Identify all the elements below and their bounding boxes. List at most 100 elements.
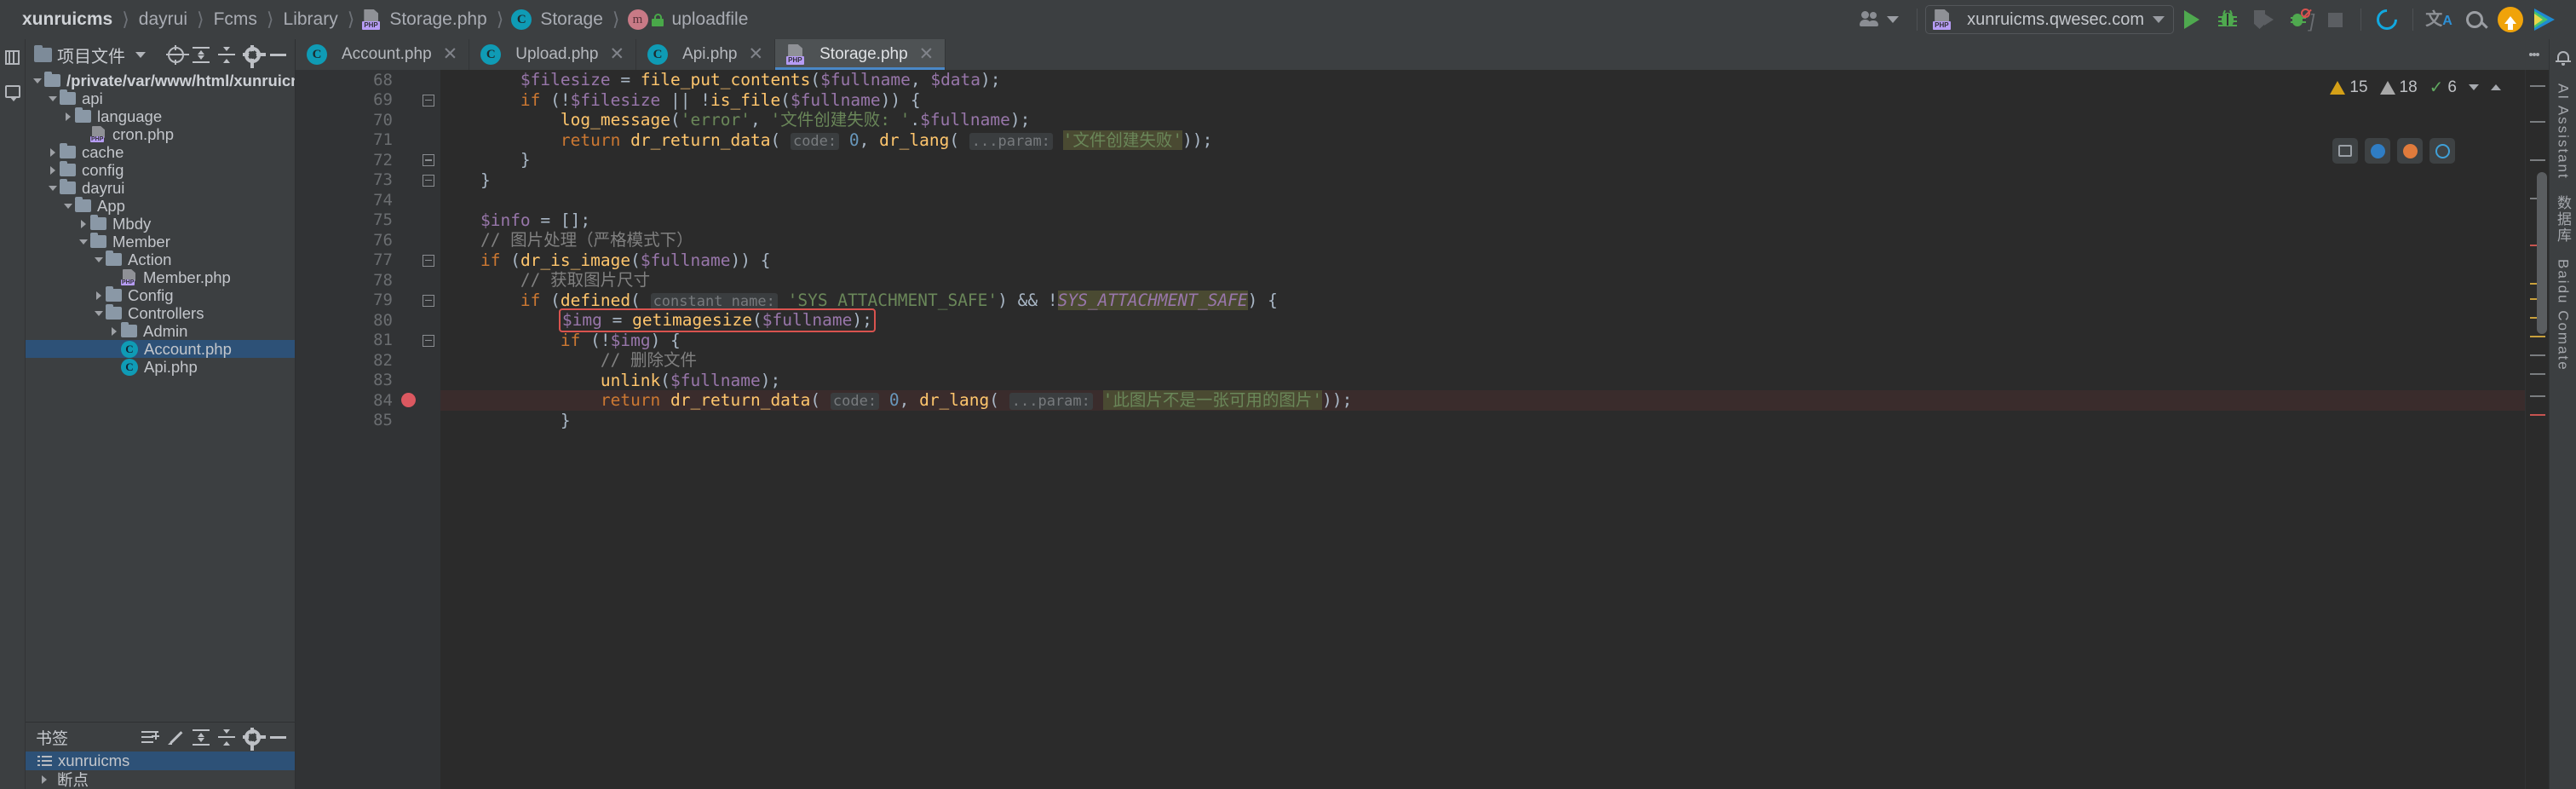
code-line[interactable]: unlink($fullname); — [440, 371, 2525, 391]
editor-options-button[interactable] — [2520, 39, 2549, 70]
marker-stripe[interactable] — [2530, 395, 2545, 397]
run-with-coverage-button[interactable] — [2245, 3, 2281, 37]
code-line[interactable]: return dr_return_data( code: 0, dr_lang(… — [440, 130, 2525, 151]
code-line[interactable]: } — [440, 411, 2525, 431]
bookmark-item-xunruicms[interactable]: xunruicms — [26, 752, 295, 770]
tree-node-api-php[interactable]: C Api.php — [26, 358, 295, 376]
tree-node-api[interactable]: api — [26, 89, 295, 107]
fold-marker-icon[interactable] — [423, 294, 434, 307]
code-line[interactable]: return dr_return_data( code: 0, dr_lang(… — [440, 390, 2525, 411]
tree-node-member[interactable]: Member — [26, 233, 295, 251]
code-line[interactable] — [440, 190, 2525, 210]
marker-stripe[interactable] — [2530, 354, 2545, 356]
fold-marker-icon[interactable] — [423, 174, 434, 187]
tab-storage-php[interactable]: PHP Storage.php ✕ — [775, 39, 946, 70]
close-icon[interactable]: ✕ — [919, 45, 934, 63]
chevron-down-icon[interactable] — [135, 51, 146, 58]
browser-chrome-button[interactable] — [2365, 138, 2390, 164]
close-icon[interactable]: ✕ — [609, 45, 624, 63]
chevron-right-icon[interactable] — [61, 110, 75, 124]
checked-count[interactable]: ✓ 6 — [2429, 77, 2457, 98]
browser-firefox-button[interactable] — [2397, 138, 2423, 164]
notifications-button[interactable] — [2552, 46, 2574, 68]
translate-button[interactable]: 文A — [2421, 3, 2457, 37]
fold-marker-icon[interactable] — [423, 94, 434, 107]
profiler-button[interactable]: ] — [2281, 3, 2317, 37]
inspection-widget-button[interactable] — [2332, 138, 2358, 164]
chevron-down-icon[interactable] — [92, 253, 106, 267]
chevron-right-icon[interactable] — [107, 325, 121, 338]
code-editor[interactable]: 68 69 70 71 72 73 74 75 76 77 78 79 80 81 82 83 84 85 $fi… — [296, 70, 2549, 789]
tree-node-config[interactable]: Config — [26, 286, 295, 304]
chevron-down-icon[interactable] — [46, 92, 60, 106]
add-bookmark-button[interactable] — [138, 725, 162, 749]
code-line[interactable]: $filesize = file_put_contents($fullname,… — [440, 70, 2525, 90]
code-line[interactable]: } — [440, 170, 2525, 191]
run-button[interactable] — [2174, 3, 2210, 37]
chevron-down-icon[interactable] — [77, 235, 90, 249]
editor-scrollbar-thumb[interactable] — [2537, 172, 2547, 334]
close-icon[interactable]: ✕ — [749, 45, 764, 63]
bm-settings-button[interactable] — [240, 725, 266, 751]
search-everywhere-button[interactable] — [2457, 3, 2493, 37]
tree-node-member-php[interactable]: PHP Member.php — [26, 268, 295, 286]
chevron-down-icon[interactable] — [92, 307, 106, 320]
locate-file-button[interactable] — [164, 43, 189, 66]
breadcrumb-item-storage-php[interactable]: Storage.php — [388, 9, 488, 30]
marker-stripe[interactable] — [2530, 373, 2545, 375]
project-tool-window-button[interactable] — [2, 46, 24, 68]
tab-api-php[interactable]: C Api.php ✕ — [636, 39, 776, 70]
tree-node-mbdy[interactable]: Mbdy — [26, 215, 295, 233]
next-problem-icon[interactable] — [2469, 84, 2479, 90]
fold-marker-icon[interactable] — [423, 254, 434, 267]
chevron-down-icon[interactable] — [46, 181, 60, 195]
tree-node-controllers[interactable]: Controllers — [26, 304, 295, 322]
browser-edge-button[interactable] — [2429, 138, 2455, 164]
chevron-down-icon[interactable] — [31, 74, 44, 88]
code-line[interactable]: $img = getimagesize($fullname); — [440, 308, 2525, 332]
marker-stripe[interactable] — [2530, 121, 2545, 123]
collapse-all-button[interactable] — [215, 43, 239, 66]
chevron-right-icon[interactable] — [77, 217, 90, 231]
bm-hide-button[interactable] — [266, 725, 290, 749]
project-file-tree[interactable]: /private/var/www/html/xunruicms api langua… — [26, 70, 295, 722]
tree-node-admin[interactable]: Admin — [26, 322, 295, 340]
tree-node-config[interactable]: config — [26, 161, 295, 179]
code-line[interactable]: log_message('error', '文件创建失败: '.$fullnam… — [440, 110, 2525, 130]
close-icon[interactable]: ✕ — [443, 45, 458, 63]
code-line[interactable]: // 图片处理（严格模式下） — [440, 230, 2525, 251]
code-line[interactable]: // 删除文件 — [440, 350, 2525, 371]
inspection-widget[interactable]: 15 18 ✓ 6 — [2330, 77, 2501, 98]
breadcrumb-item-library[interactable]: Library — [282, 9, 340, 30]
fold-marker-icon[interactable] — [423, 334, 434, 347]
user-account-button[interactable] — [1850, 11, 1909, 28]
code-folding-gutter[interactable] — [418, 70, 440, 789]
breakpoint-icon[interactable] — [401, 393, 416, 407]
previous-problem-icon[interactable] — [2491, 84, 2501, 90]
code-line[interactable]: // 获取图片尺寸 — [440, 270, 2525, 291]
bookmarks-list[interactable]: xunruicms 断点 — [26, 752, 295, 789]
update-available-button[interactable] — [2493, 3, 2528, 37]
breadcrumb-item-project[interactable]: xunruicms — [20, 9, 114, 30]
code-line[interactable]: if (dr_is_image($fullname)) { — [440, 251, 2525, 271]
warnings-count[interactable]: 15 — [2330, 78, 2368, 97]
marker-stripe[interactable] — [2530, 336, 2545, 337]
tree-node-action[interactable]: Action — [26, 251, 295, 268]
project-settings-button[interactable] — [240, 43, 266, 68]
code-line[interactable]: $info = []; — [440, 210, 2525, 231]
breadcrumb-item-storage-class[interactable]: Storage — [538, 9, 605, 30]
chevron-right-icon[interactable] — [37, 773, 51, 786]
commit-tool-window-button[interactable] — [2, 80, 24, 102]
tree-node-cache[interactable]: cache — [26, 143, 295, 161]
bm-expand-all-button[interactable] — [189, 725, 213, 749]
database-rail-label[interactable]: 数据库 — [2552, 195, 2573, 244]
run-configuration-selector[interactable]: PHP xunruicms.qwesec.com — [1925, 5, 2174, 34]
ai-assistant-button[interactable] — [2528, 3, 2564, 37]
baidu-comate-rail-label[interactable]: Baidu Comate — [2555, 259, 2572, 371]
hide-panel-button[interactable] — [266, 43, 290, 66]
chevron-right-icon[interactable] — [46, 164, 60, 177]
stop-button[interactable] — [2317, 3, 2353, 37]
breadcrumb-item-dayrui[interactable]: dayrui — [137, 9, 189, 30]
tab-upload-php[interactable]: C Upload.php ✕ — [469, 39, 637, 70]
tree-node--private-var-www-html-xunruicms[interactable]: /private/var/www/html/xunruicms — [26, 72, 295, 89]
